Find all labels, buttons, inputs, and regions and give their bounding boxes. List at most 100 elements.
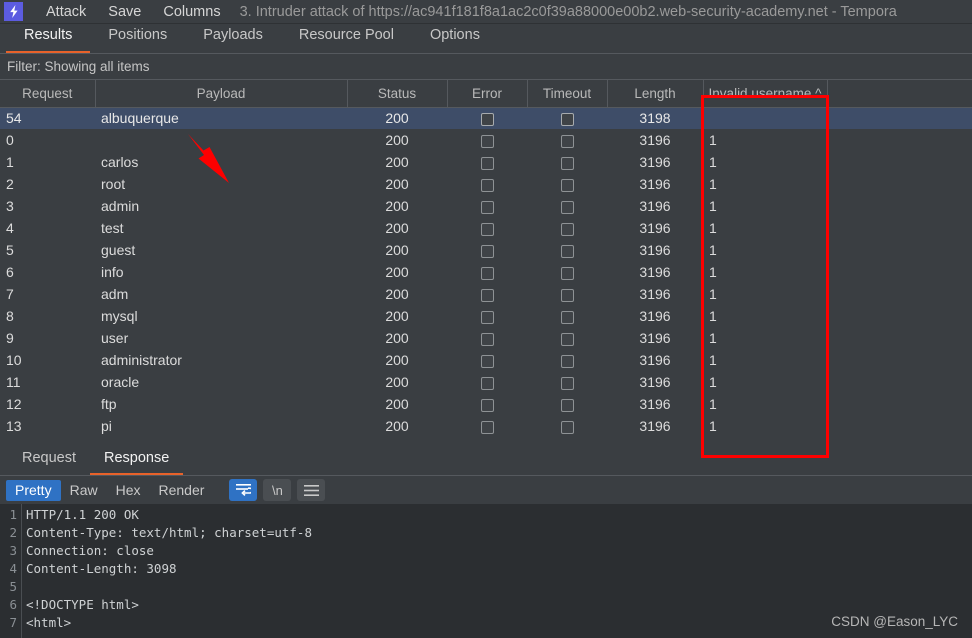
menu-icon[interactable] <box>297 479 326 501</box>
cell-timeout <box>527 261 607 283</box>
error-checkbox[interactable] <box>480 134 494 148</box>
timeout-checkbox[interactable] <box>560 222 574 236</box>
table-row[interactable]: 6 info 200 3196 1 <box>0 261 972 283</box>
table-row[interactable]: 0 200 3196 1 <box>0 129 972 151</box>
tab-options[interactable]: Options <box>412 24 498 53</box>
timeout-checkbox[interactable] <box>560 113 574 127</box>
error-checkbox[interactable] <box>480 266 494 280</box>
table-row[interactable]: 7 adm 200 3196 1 <box>0 283 972 305</box>
table-row[interactable]: 4 test 200 3196 1 <box>0 217 972 239</box>
column-header-spacer <box>827 80 972 108</box>
column-header-invalid-username[interactable]: Invalid username ^ <box>703 80 828 108</box>
cell-request: 12 <box>6 396 22 412</box>
cell-error <box>447 195 527 217</box>
cell-timeout <box>527 393 607 415</box>
cell-spacer <box>827 107 972 129</box>
table-row[interactable]: 8 mysql 200 3196 1 <box>0 305 972 327</box>
timeout-checkbox[interactable] <box>560 398 574 412</box>
timeout-checkbox[interactable] <box>560 420 574 434</box>
line-number: 7 <box>9 615 17 630</box>
cell-request: 1 <box>6 154 14 170</box>
timeout-checkbox[interactable] <box>560 354 574 368</box>
cell-invalid-username: 1 <box>709 308 717 324</box>
tab-positions[interactable]: Positions <box>90 24 185 53</box>
code-line: Connection: close <box>26 543 154 558</box>
table-row[interactable]: 1 carlos 200 3196 1 <box>0 151 972 173</box>
cell-error <box>447 129 527 151</box>
cell-spacer <box>827 371 972 393</box>
cell-status: 200 <box>385 418 409 434</box>
table-row[interactable]: 11 oracle 200 3196 1 <box>0 371 972 393</box>
code-line: Content-Length: 3098 <box>26 561 177 576</box>
timeout-checkbox[interactable] <box>560 332 574 346</box>
word-wrap-icon[interactable] <box>229 479 258 501</box>
filter-bar[interactable]: Filter: Showing all items <box>0 54 972 80</box>
cell-timeout <box>527 239 607 261</box>
timeout-checkbox[interactable] <box>560 200 574 214</box>
timeout-checkbox[interactable] <box>560 310 574 324</box>
timeout-checkbox[interactable] <box>560 376 574 390</box>
table-row[interactable]: 54 albuquerque 200 3198 <box>0 107 972 129</box>
results-header-row: Request Payload Status Error Timeout Len… <box>0 80 972 108</box>
table-row[interactable]: 2 root 200 3196 1 <box>0 173 972 195</box>
cell-invalid-username <box>703 107 827 129</box>
tab-request[interactable]: Request <box>8 447 90 475</box>
table-row[interactable]: 10 administrator 200 3196 1 <box>0 349 972 371</box>
error-checkbox[interactable] <box>480 200 494 214</box>
view-mode-render[interactable]: Render <box>150 480 214 501</box>
cell-invalid-username: 1 <box>709 418 717 434</box>
column-header-payload[interactable]: Payload <box>95 80 348 108</box>
cell-length: 3196 <box>639 308 671 324</box>
timeout-checkbox[interactable] <box>560 288 574 302</box>
view-mode-hex[interactable]: Hex <box>107 480 150 501</box>
timeout-checkbox[interactable] <box>560 266 574 280</box>
tab-results[interactable]: Results <box>6 24 91 53</box>
column-header-timeout[interactable]: Timeout <box>527 80 608 108</box>
column-header-request[interactable]: Request <box>0 80 96 108</box>
table-row[interactable]: 5 guest 200 3196 1 <box>0 239 972 261</box>
menu-attack[interactable]: Attack <box>35 0 97 24</box>
timeout-checkbox[interactable] <box>560 178 574 192</box>
error-checkbox[interactable] <box>480 113 494 127</box>
error-checkbox[interactable] <box>480 288 494 302</box>
response-code-view[interactable]: 1 2 3 4 5 6 7 HTTP/1.1 200 OK Content-Type: tex… <box>0 504 972 638</box>
burp-intruder-window: Attack Save Columns 3. Intruder attack o… <box>0 0 972 638</box>
error-checkbox[interactable] <box>480 332 494 346</box>
view-mode-pretty[interactable]: Pretty <box>6 479 61 501</box>
error-checkbox[interactable] <box>480 420 494 434</box>
column-header-error[interactable]: Error <box>447 80 528 108</box>
error-checkbox[interactable] <box>480 244 494 258</box>
menu-save[interactable]: Save <box>97 0 152 24</box>
table-row[interactable]: 12 ftp 200 3196 1 <box>0 393 972 415</box>
line-number: 1 <box>9 507 17 522</box>
tab-resource-pool[interactable]: Resource Pool <box>281 24 412 53</box>
table-row[interactable]: 13 pi 200 3196 1 <box>0 415 972 437</box>
timeout-checkbox[interactable] <box>560 156 574 170</box>
cell-length: 3196 <box>639 264 671 280</box>
error-checkbox[interactable] <box>480 178 494 192</box>
column-header-status[interactable]: Status <box>347 80 448 108</box>
tab-response[interactable]: Response <box>90 447 184 475</box>
tab-payloads[interactable]: Payloads <box>185 24 281 53</box>
menu-columns[interactable]: Columns <box>152 0 231 24</box>
error-checkbox[interactable] <box>480 222 494 236</box>
line-number-gutter: 1 2 3 4 5 6 7 <box>0 504 22 638</box>
error-checkbox[interactable] <box>480 310 494 324</box>
view-mode-raw[interactable]: Raw <box>61 480 107 501</box>
error-checkbox[interactable] <box>480 376 494 390</box>
error-checkbox[interactable] <box>480 156 494 170</box>
error-checkbox[interactable] <box>480 354 494 368</box>
cell-spacer <box>827 349 972 371</box>
cell-timeout <box>527 151 607 173</box>
newline-icon[interactable]: \n <box>263 479 292 501</box>
cell-spacer <box>827 393 972 415</box>
error-checkbox[interactable] <box>480 398 494 412</box>
timeout-checkbox[interactable] <box>560 244 574 258</box>
cell-error <box>447 371 527 393</box>
table-row[interactable]: 9 user 200 3196 1 <box>0 327 972 349</box>
table-row[interactable]: 3 admin 200 3196 1 <box>0 195 972 217</box>
cell-request: 8 <box>6 308 14 324</box>
results-body: 54 albuquerque 200 3198 0 200 3196 1 1 carlos 200 3… <box>0 107 972 437</box>
timeout-checkbox[interactable] <box>560 134 574 148</box>
column-header-length[interactable]: Length <box>607 80 704 108</box>
